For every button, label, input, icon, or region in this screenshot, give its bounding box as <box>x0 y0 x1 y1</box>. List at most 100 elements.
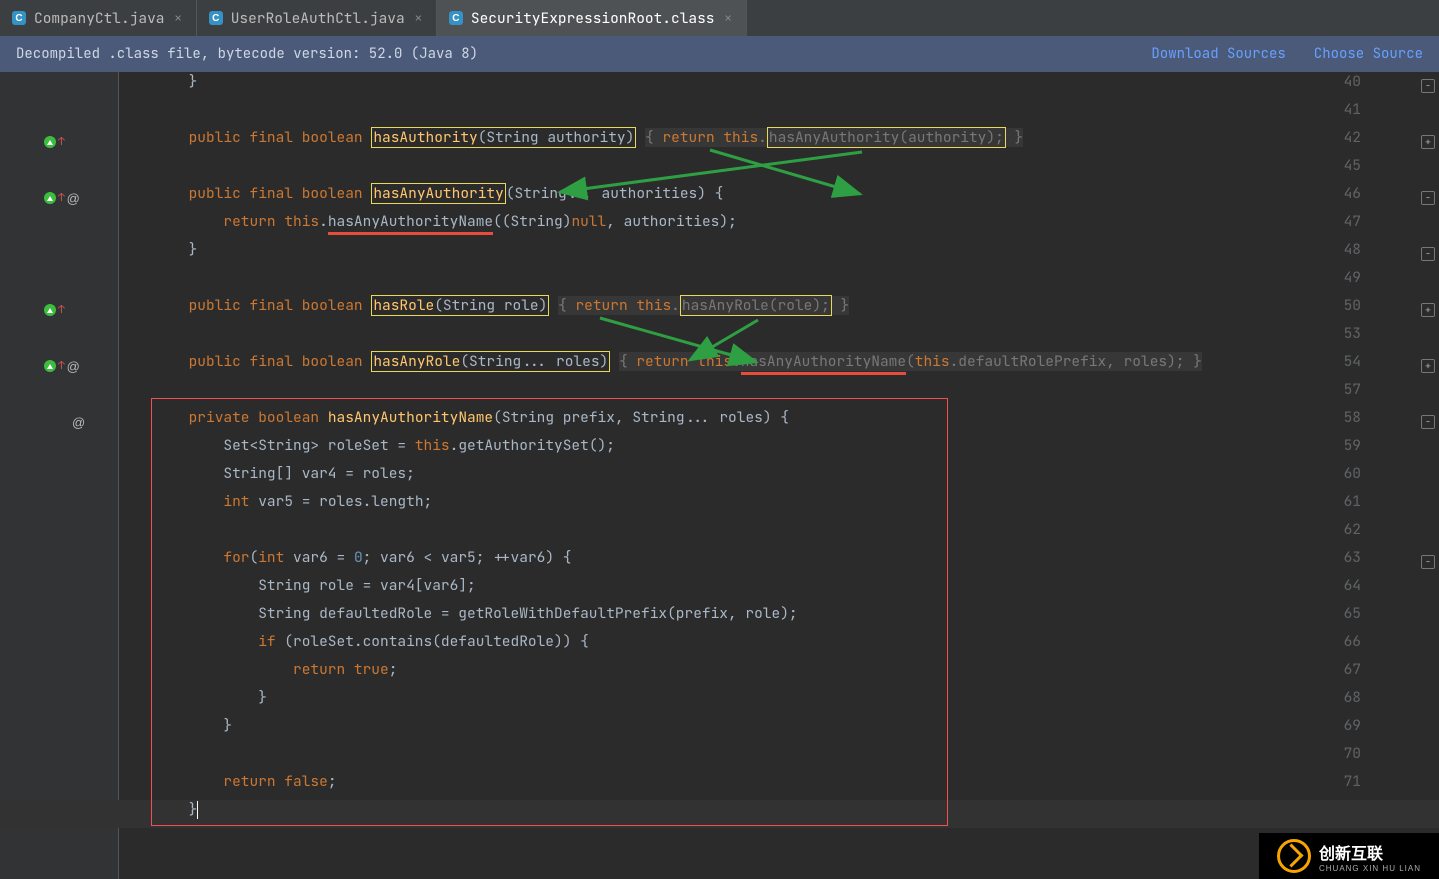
java-class-icon: C <box>449 11 463 25</box>
tab-securityexpressionroot[interactable]: C SecurityExpressionRoot.class ✕ <box>437 0 747 36</box>
gutter-icons: ↑@ <box>44 184 118 212</box>
keyword: int <box>223 492 249 511</box>
keyword: return false <box>223 772 327 791</box>
code-text: Set<String> roleSet = <box>223 436 414 455</box>
method-name: hasRole <box>373 296 434 315</box>
keyword: public <box>189 128 241 147</box>
keyword: private <box>189 408 250 427</box>
keyword: this <box>415 436 450 455</box>
keyword: return <box>636 352 688 371</box>
tab-label: SecurityExpressionRoot.class <box>471 9 715 28</box>
keyword: public <box>189 184 241 203</box>
code-text: (String authority) <box>478 128 635 147</box>
gutter-icons: ↑ <box>44 128 118 156</box>
keyword: this <box>636 296 671 315</box>
java-class-icon: C <box>12 11 26 25</box>
code-content[interactable]: } public final boolean hasAuthority(Stri… <box>119 72 1439 879</box>
method-call: hasAnyRole(role); <box>680 295 832 316</box>
tab-userroleauthctl[interactable]: C UserRoleAuthCtl.java ✕ <box>197 0 437 36</box>
code-text: var6 = <box>284 548 354 567</box>
method-name: hasAnyAuthorityName <box>328 408 493 427</box>
keyword: this <box>697 352 732 371</box>
annotation-icon: @ <box>67 359 80 374</box>
code-text: .defaultRolePrefix, roles); <box>950 352 1194 371</box>
watermark-logo: 创新互联CHUANG XIN HU LIAN <box>1259 833 1439 879</box>
code-text: String role = var4[var6]; <box>258 576 476 595</box>
close-icon[interactable]: ✕ <box>173 10 184 26</box>
code-text: String defaultedRole = getRoleWithDefaul… <box>258 604 797 623</box>
close-icon[interactable]: ✕ <box>413 10 424 26</box>
keyword: return <box>223 212 275 231</box>
code-editor[interactable]: 40− 41 42 ↑ + 45 46 ↑@ − 47 48− 49 50 ↑ … <box>0 72 1439 879</box>
gutter-icons: @ <box>44 408 118 436</box>
download-sources-link[interactable]: Download Sources <box>1151 45 1285 63</box>
code-text: String[] var4 = roles; <box>223 464 414 483</box>
gutter-icons: ↑@ <box>44 352 118 380</box>
method-name: hasAuthority <box>373 128 477 147</box>
code-text: ( <box>250 548 259 567</box>
keyword: this <box>915 352 950 371</box>
code-text: } <box>189 800 198 819</box>
keyword: final <box>250 352 294 371</box>
annotation-icon: @ <box>72 415 85 430</box>
gutter-icons: ↑ <box>44 296 118 324</box>
code-text: .getAuthoritySet(); <box>450 436 615 455</box>
code-text: ( <box>906 352 915 371</box>
code-text: , authorities); <box>606 212 737 231</box>
code-text: ; <box>328 772 337 791</box>
keyword: boolean <box>258 408 319 427</box>
keyword: if <box>258 632 275 651</box>
number: 0 <box>354 548 363 567</box>
override-up-icon[interactable] <box>44 360 56 372</box>
code-text: (String role) <box>434 296 547 315</box>
override-up-icon[interactable] <box>44 136 56 148</box>
code-text: (String... authorities) { <box>506 184 724 203</box>
annotation-icon: @ <box>67 191 80 206</box>
method-call: hasAnyAuthority(authority); <box>767 127 1006 148</box>
keyword: null <box>571 212 606 231</box>
keyword: public <box>189 296 241 315</box>
code-text: var5 = roles.length; <box>250 492 433 511</box>
editor-tab-bar: C CompanyCtl.java ✕ C UserRoleAuthCtl.ja… <box>0 0 1439 37</box>
close-icon[interactable]: ✕ <box>723 10 734 26</box>
tab-label: UserRoleAuthCtl.java <box>231 9 405 28</box>
keyword: this <box>284 212 319 231</box>
keyword: return <box>575 296 627 315</box>
keyword: public <box>189 352 241 371</box>
keyword: for <box>223 548 249 567</box>
tab-companyctl[interactable]: C CompanyCtl.java ✕ <box>0 0 197 36</box>
code-text: (String prefix, String... roles) { <box>493 408 789 427</box>
code-text: } <box>223 716 232 735</box>
java-class-icon: C <box>209 11 223 25</box>
code-text: ; <box>389 660 398 679</box>
method-call: hasAnyAuthorityName <box>741 352 906 375</box>
banner-message: Decompiled .class file, bytecode version… <box>16 45 478 63</box>
logo-icon <box>1277 839 1311 873</box>
override-up-icon[interactable] <box>44 304 56 316</box>
keyword: return true <box>293 660 389 679</box>
keyword: int <box>258 548 284 567</box>
caret <box>197 801 198 819</box>
tab-label: CompanyCtl.java <box>34 9 165 28</box>
method-name: hasAnyRole <box>373 352 460 371</box>
override-up-icon[interactable] <box>44 192 56 204</box>
banner-links: Download Sources Choose Source <box>1151 45 1423 63</box>
code-text: } <box>189 72 198 91</box>
keyword: final <box>250 128 294 147</box>
keyword: this <box>723 128 758 147</box>
method-name: hasAnyAuthority <box>373 184 504 203</box>
choose-sources-link[interactable]: Choose Source <box>1314 45 1423 63</box>
code-text: (String... roles) <box>460 352 608 371</box>
code-text: } <box>258 688 267 707</box>
keyword: boolean <box>302 352 363 371</box>
code-text: (roleSet.contains(defaultedRole)) { <box>276 632 589 651</box>
keyword: final <box>250 296 294 315</box>
decompiled-banner: Decompiled .class file, bytecode version… <box>0 36 1439 72</box>
code-text: ; var6 < var5; ++var6) { <box>363 548 572 567</box>
keyword: boolean <box>302 296 363 315</box>
keyword: final <box>250 184 294 203</box>
method-call: hasAnyAuthorityName <box>328 212 493 235</box>
keyword: return <box>662 128 714 147</box>
code-text: } <box>189 240 198 259</box>
keyword: boolean <box>302 184 363 203</box>
